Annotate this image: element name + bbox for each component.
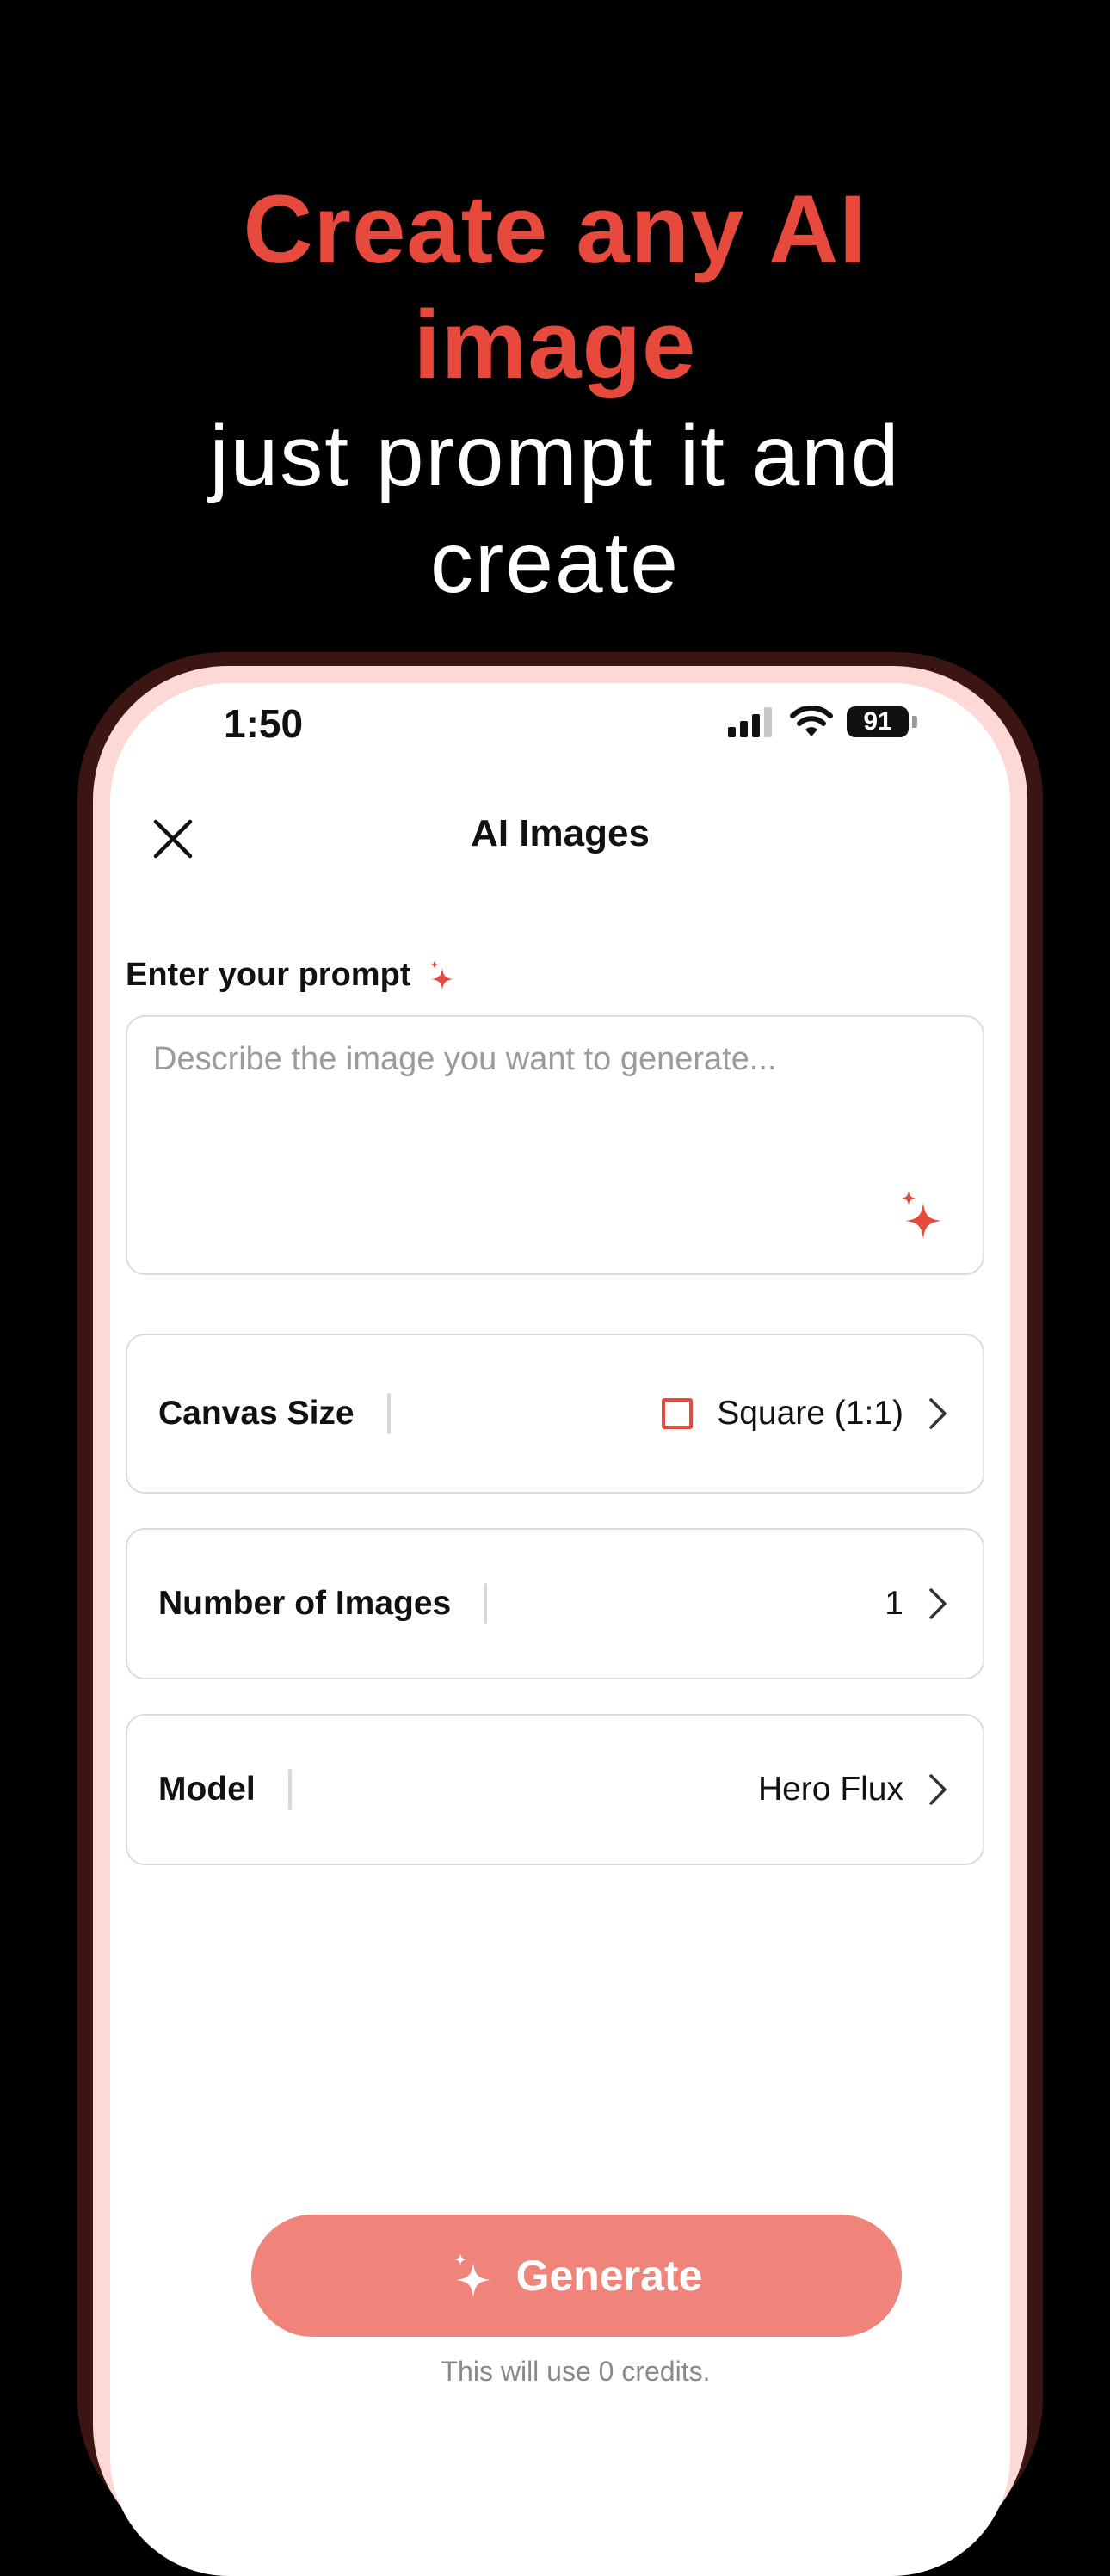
- credits-note: This will use 0 credits.: [441, 2356, 711, 2387]
- enhance-prompt-sparkle-icon[interactable]: [895, 1189, 948, 1242]
- model-value: Hero Flux: [757, 1771, 903, 1808]
- phone-screen: 1:50 91 AI Images Enter your prompt Desc…: [110, 683, 1010, 2576]
- wifi-icon: [790, 706, 833, 736]
- canvas-size-value-wrap: Square (1:1): [662, 1395, 948, 1433]
- canvas-size-row[interactable]: Canvas Size Square (1:1): [126, 1334, 984, 1494]
- prompt-field[interactable]: [126, 1015, 984, 1275]
- divider: [287, 1769, 292, 1810]
- number-of-images-row[interactable]: Number of Images 1: [126, 1528, 984, 1679]
- headline-line-3: just prompt it and: [209, 408, 901, 504]
- sparkle-icon: [453, 2253, 490, 2297]
- generate-button[interactable]: Generate: [251, 2215, 902, 2337]
- chevron-right-icon: [929, 1588, 947, 1619]
- divider: [484, 1583, 488, 1624]
- model-label: Model: [158, 1771, 256, 1808]
- headline-line-4: create: [430, 515, 680, 611]
- prompt-label: Enter your prompt: [126, 957, 457, 994]
- generate-label: Generate: [515, 2252, 703, 2300]
- sparkle-icon: [430, 959, 454, 990]
- status-icons: 91: [728, 706, 917, 738]
- battery-cap: [912, 716, 917, 728]
- number-of-images-value-wrap: 1: [885, 1585, 948, 1623]
- prompt-label-text: Enter your prompt: [126, 957, 411, 993]
- prompt-input[interactable]: [153, 1041, 928, 1196]
- chevron-right-icon: [929, 1774, 947, 1805]
- model-row[interactable]: Model Hero Flux: [126, 1714, 984, 1865]
- status-time: 1:50: [224, 701, 304, 746]
- battery-icon: 91: [847, 706, 909, 737]
- square-icon: [662, 1398, 694, 1429]
- page-title: AI Images: [471, 812, 650, 854]
- headline-line-2: image: [413, 291, 697, 398]
- cellular-signal-icon: [728, 707, 772, 737]
- divider: [386, 1393, 391, 1434]
- canvas-size-value: Square (1:1): [717, 1395, 903, 1432]
- headline-line-1: Create any AI: [243, 176, 867, 283]
- model-value-wrap: Hero Flux: [758, 1771, 948, 1809]
- number-of-images-value: 1: [885, 1585, 903, 1622]
- number-of-images-label: Number of Images: [158, 1585, 452, 1622]
- marketing-headline: Create any AI image just prompt it and c…: [0, 172, 1110, 616]
- canvas-size-label: Canvas Size: [158, 1395, 355, 1432]
- chevron-right-icon: [929, 1398, 947, 1429]
- battery-level: 91: [863, 707, 892, 736]
